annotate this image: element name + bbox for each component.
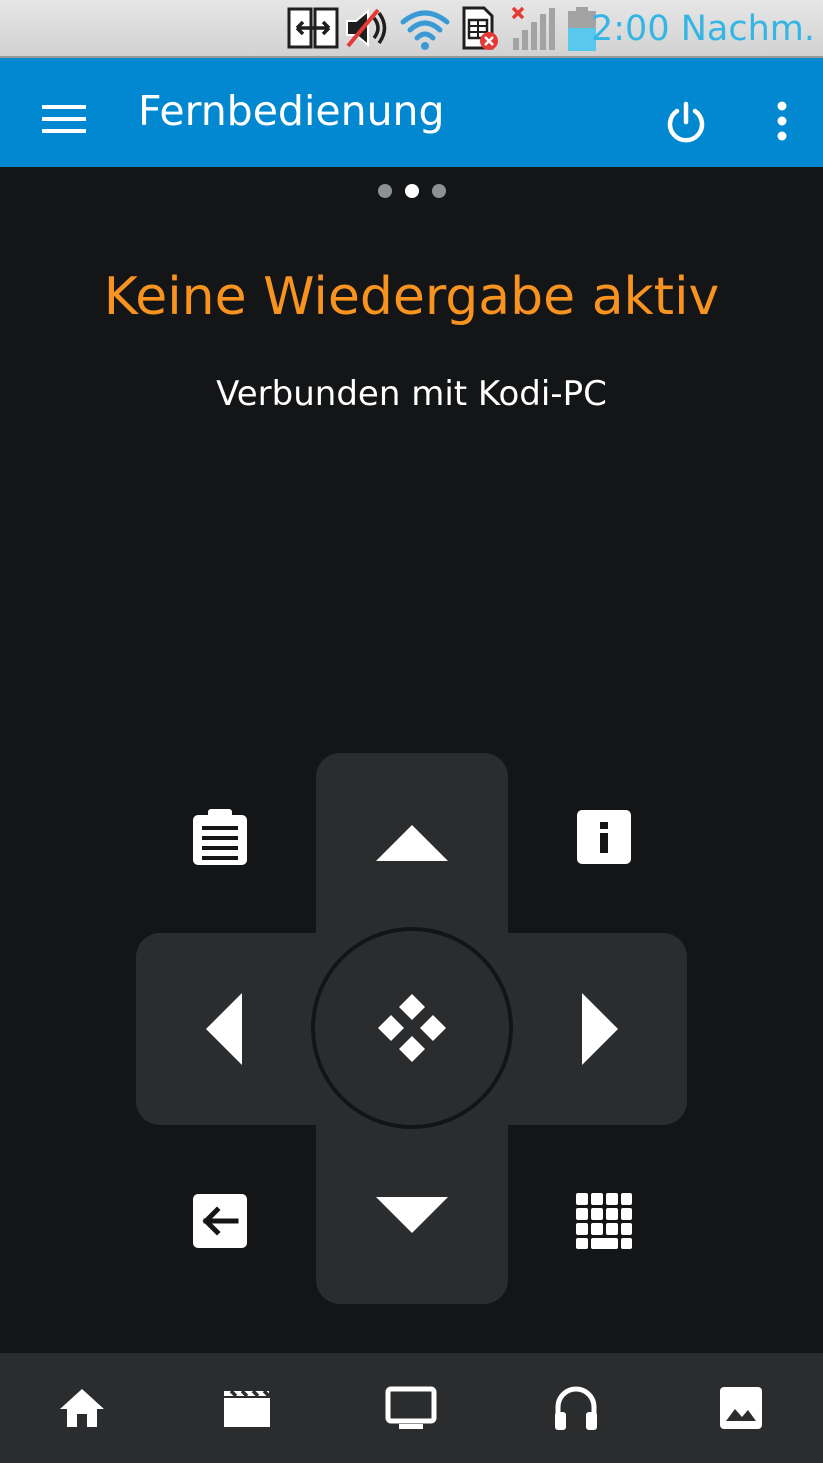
arrow-down-icon [376, 1196, 448, 1233]
arrow-up-icon [376, 825, 448, 861]
context-menu-button[interactable] [178, 795, 262, 879]
info-icon [577, 810, 631, 864]
power-icon[interactable] [664, 100, 708, 144]
nav-pictures[interactable] [706, 1373, 776, 1443]
nav-tv[interactable] [376, 1373, 446, 1443]
wifi-icon [400, 10, 450, 50]
back-icon [193, 1194, 247, 1248]
arrow-right-icon [582, 993, 618, 1065]
status-bar: 2:00 Nachm. [0, 0, 823, 58]
up-button[interactable] [316, 753, 508, 933]
page-indicator [0, 184, 823, 198]
back-button[interactable] [178, 1179, 262, 1263]
page-dot[interactable] [377, 184, 392, 198]
signal-none-icon [511, 6, 555, 50]
playback-status: Keine Wiedergabe aktiv [103, 267, 720, 327]
keypad-icon [576, 1193, 632, 1249]
nav-music[interactable] [541, 1373, 611, 1443]
keypad-button[interactable] [562, 1179, 646, 1263]
screen-mirror-icon [287, 7, 339, 49]
info-button[interactable] [562, 795, 646, 879]
kodi-select-icon [378, 994, 446, 1062]
home-icon [60, 1389, 104, 1427]
tv-icon [385, 1386, 437, 1429]
bottom-navigation [0, 1353, 823, 1463]
movies-icon [224, 1389, 271, 1427]
select-button[interactable] [311, 927, 513, 1129]
arrow-left-icon [205, 993, 242, 1065]
down-button[interactable] [316, 1125, 508, 1304]
right-button[interactable] [513, 933, 687, 1125]
nav-home[interactable] [47, 1373, 117, 1443]
music-icon [555, 1386, 597, 1430]
app-bar: Fernbedienung [0, 58, 823, 167]
menu-icon[interactable] [40, 102, 88, 136]
pictures-icon [720, 1387, 762, 1429]
connection-status: Verbunden mit Kodi-PC [216, 374, 607, 414]
left-button[interactable] [136, 933, 311, 1125]
status-time: 2:00 Nachm. [591, 9, 815, 49]
more-vert-icon[interactable] [770, 100, 794, 144]
page-title: Fernbedienung [138, 87, 445, 135]
sim-error-icon [462, 6, 498, 50]
page-dot-active[interactable] [404, 184, 419, 198]
volume-muted-icon [346, 8, 387, 48]
nav-movies[interactable] [212, 1373, 282, 1443]
clipboard-icon [193, 809, 247, 865]
page-dot[interactable] [431, 184, 446, 198]
